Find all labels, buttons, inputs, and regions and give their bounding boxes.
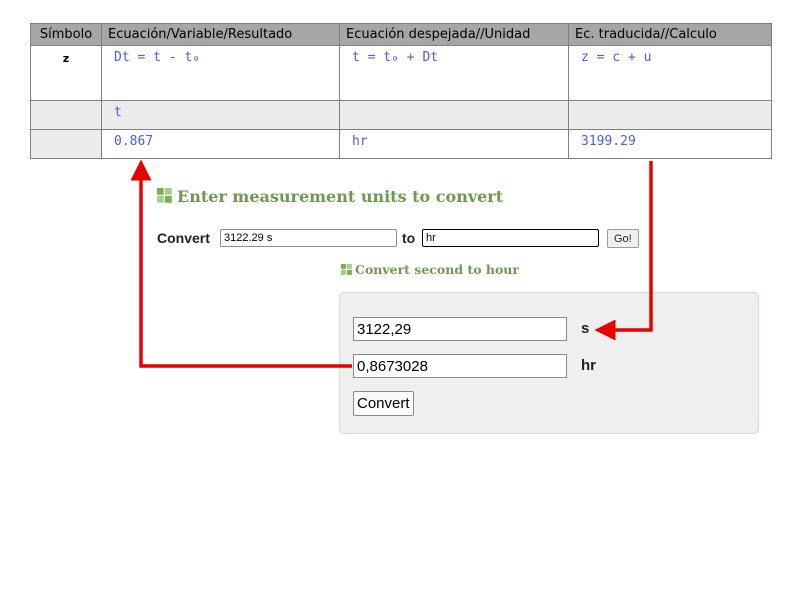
table-cell xyxy=(568,100,772,130)
column-header-solved: Ecuación despejada//Unidad xyxy=(339,23,569,46)
seconds-unit-label: s xyxy=(581,320,590,337)
table-cell: Dt = t - t₀ xyxy=(101,45,340,101)
result-hours-cell: 0.867 xyxy=(101,129,340,159)
table-cell: t xyxy=(101,100,340,130)
table-cell xyxy=(30,100,102,130)
seconds-input[interactable] xyxy=(353,317,567,341)
table-cell: z xyxy=(30,45,102,101)
column-header-symbol: Símbolo xyxy=(30,23,102,46)
table-cell: z = c + u xyxy=(568,45,772,101)
go-button[interactable]: Go! xyxy=(607,229,639,248)
table-cell: t = t₀ + Dt xyxy=(339,45,569,101)
converter-title: Enter measurement units to convert xyxy=(157,187,503,206)
converter-subtitle-text: Convert second to hour xyxy=(355,262,519,277)
grid-icon xyxy=(157,188,172,203)
table-row: t xyxy=(30,100,772,130)
equation-table: Símbolo Ecuación/Variable/Resultado Ecua… xyxy=(30,23,772,159)
table-row: 0.867 hr 3199.29 xyxy=(30,129,772,159)
column-header-translated: Ec. traducida//Calculo xyxy=(568,23,772,46)
convert-button[interactable]: Convert xyxy=(353,391,414,416)
hours-input[interactable] xyxy=(353,354,567,378)
to-label: to xyxy=(402,230,416,246)
to-unit-input[interactable] xyxy=(422,229,599,247)
table-row: z Dt = t - t₀ t = t₀ + Dt z = c + u xyxy=(30,45,772,101)
convert-label: Convert xyxy=(157,230,210,246)
table-cell xyxy=(339,100,569,130)
table-header-row: Símbolo Ecuación/Variable/Resultado Ecua… xyxy=(30,23,772,46)
column-header-equation: Ecuación/Variable/Resultado xyxy=(101,23,340,46)
converter-title-text: Enter measurement units to convert xyxy=(177,187,504,206)
grid-icon xyxy=(341,264,352,275)
hours-unit-label: hr xyxy=(581,357,596,374)
converter-subtitle[interactable]: Convert second to hour xyxy=(341,262,519,277)
calculated-seconds-cell: 3199.29 xyxy=(568,129,772,159)
table-cell xyxy=(30,129,102,159)
unit-cell: hr xyxy=(339,129,569,159)
from-unit-input[interactable] xyxy=(220,229,397,247)
